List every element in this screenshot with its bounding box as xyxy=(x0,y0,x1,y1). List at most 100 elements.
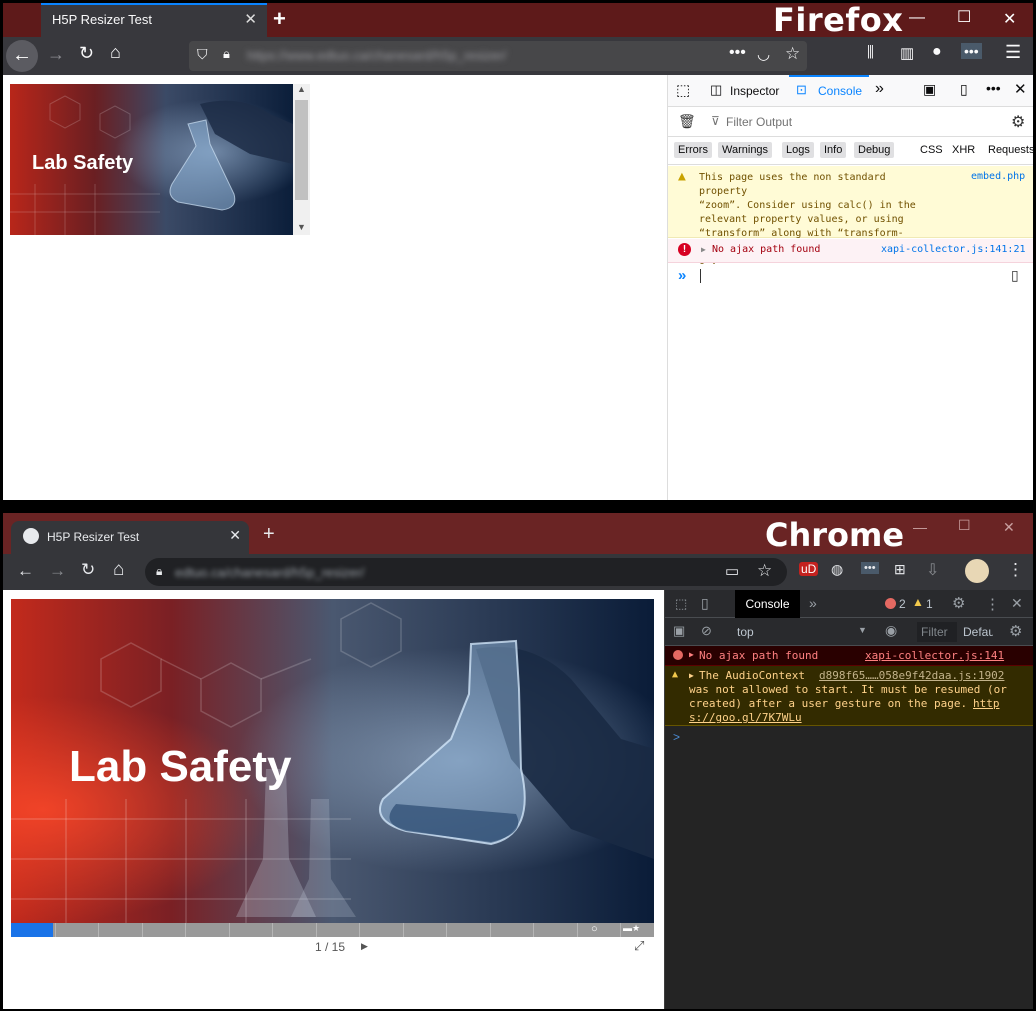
next-slide-icon[interactable]: ▶ xyxy=(361,941,368,952)
sidebar-icon[interactable]: ▥ xyxy=(900,44,914,62)
element-picker-icon[interactable]: ⬚ xyxy=(676,81,690,99)
pocket-icon[interactable]: ◡ xyxy=(757,45,770,63)
shield-icon[interactable]: ⛉ xyxy=(197,46,208,63)
filter-css[interactable]: CSS xyxy=(920,144,943,156)
filter-errors[interactable]: Errors xyxy=(674,142,712,158)
filter-xhr[interactable]: XHR xyxy=(952,144,975,156)
console-input-caret[interactable] xyxy=(700,269,701,283)
extension-dots-icon[interactable]: ••• xyxy=(861,562,879,574)
clear-console-icon[interactable]: ⊘ xyxy=(701,623,712,639)
tab-console[interactable]: Console xyxy=(818,84,862,98)
account-icon[interactable]: ● xyxy=(932,43,942,61)
more-tabs-icon[interactable]: » xyxy=(809,595,817,611)
error-source-link[interactable]: xapi-collector.js:141 xyxy=(865,649,1004,662)
filter-info[interactable]: Info xyxy=(820,142,847,158)
reload-icon[interactable]: ↻ xyxy=(79,43,94,64)
url-text[interactable]: edtuo.ca/chanesard/h5p_resizer/ xyxy=(175,565,364,580)
expand-arrow-icon[interactable]: ▶ xyxy=(689,650,694,659)
context-selector[interactable]: top xyxy=(737,625,754,639)
minimize-icon[interactable]: — xyxy=(913,519,927,535)
close-devtools-icon[interactable]: ✕ xyxy=(1011,595,1023,612)
filter-warnings[interactable]: Warnings xyxy=(718,142,773,158)
console-settings-icon[interactable]: ⚙ xyxy=(1011,112,1025,132)
fullscreen-icon[interactable]: ⤢ xyxy=(634,938,644,954)
minimize-icon[interactable]: — xyxy=(909,9,925,27)
menu-icon[interactable]: ⋮ xyxy=(1007,560,1024,580)
filter-input[interactable]: Filter xyxy=(917,622,957,642)
download-icon[interactable]: ⇩ xyxy=(926,560,939,580)
close-devtools-icon[interactable]: ✕ xyxy=(1014,80,1027,98)
log-levels-dropdown[interactable]: Defau xyxy=(963,625,993,639)
omnibox[interactable]: 🔒︎ edtuo.ca/chanesard/h5p_resizer/ ▭ ☆ xyxy=(145,558,787,586)
new-tab-button[interactable]: + xyxy=(273,6,286,32)
warning-help-link-part2[interactable]: s://goo.gl/7K7WLu xyxy=(689,711,802,724)
menu-icon[interactable]: ☰ xyxy=(1005,42,1021,63)
maximize-icon[interactable]: ☐ xyxy=(957,7,971,27)
library-icon[interactable]: ⫼ xyxy=(867,44,874,61)
more-options-icon[interactable]: ⋮ xyxy=(985,595,1000,613)
iframe-scrollbar[interactable]: ▲ ▼ xyxy=(293,84,310,235)
console-prompt[interactable]: > xyxy=(673,730,680,744)
chrome-tab[interactable]: H5P Resizer Test ✕ xyxy=(11,521,249,554)
split-console-icon[interactable]: ▯ xyxy=(1011,267,1019,284)
close-window-icon[interactable]: ✕ xyxy=(1003,519,1015,536)
warning-help-link-part1[interactable]: http xyxy=(973,697,1000,710)
warning-count[interactable]: 1 xyxy=(926,597,933,611)
extension-icon[interactable]: ••• xyxy=(961,43,982,59)
extension-bulb-icon[interactable]: ◍ xyxy=(831,561,843,578)
page-actions-icon[interactable]: ••• xyxy=(729,44,746,62)
filter-logs[interactable]: Logs xyxy=(782,142,814,158)
cast-icon[interactable]: ▭ xyxy=(725,562,739,580)
settings-icon[interactable]: ⚙ xyxy=(952,594,965,612)
tab-inspector[interactable]: Inspector xyxy=(730,84,779,98)
progress-circle-icon[interactable]: ○ xyxy=(591,923,598,935)
element-picker-icon[interactable]: ⬚ xyxy=(675,596,687,612)
console-settings-icon[interactable]: ⚙ xyxy=(1009,622,1022,640)
close-tab-icon[interactable]: ✕ xyxy=(244,10,257,28)
expand-arrow-icon[interactable]: ▶ xyxy=(689,671,694,680)
h5p-iframe[interactable]: Lab Safety xyxy=(11,599,654,923)
more-tabs-icon[interactable]: » xyxy=(875,80,884,98)
scroll-down-icon[interactable]: ▼ xyxy=(297,222,306,232)
sidebar-toggle-icon[interactable]: ▣ xyxy=(673,623,685,639)
reload-icon[interactable]: ↻ xyxy=(81,560,95,580)
trash-icon[interactable]: 🗑︎ xyxy=(678,113,696,130)
console-prompt[interactable]: » xyxy=(678,267,686,284)
devtools-options-icon[interactable]: ••• xyxy=(986,80,1001,96)
close-tab-icon[interactable]: ✕ xyxy=(229,527,241,544)
url-text[interactable]: https://www.edtuo.ca/chanesard/h5p_resiz… xyxy=(247,48,506,63)
progress-star-icon[interactable]: ▬★ xyxy=(623,923,640,934)
error-source-link[interactable]: xapi-collector.js:141:21 xyxy=(881,244,1026,255)
address-bar[interactable]: ⛉ 🔒︎ https://www.edtuo.ca/chanesard/h5p_… xyxy=(189,41,807,71)
dock-icon[interactable]: ▣ xyxy=(923,81,936,98)
responsive-mode-icon[interactable]: ▯ xyxy=(960,81,968,98)
back-arrow-icon[interactable]: ← xyxy=(17,561,34,581)
warning-source-link[interactable]: embed.php xyxy=(971,171,1025,182)
filter-requests[interactable]: Requests xyxy=(988,144,1034,156)
maximize-icon[interactable]: ☐ xyxy=(958,517,971,534)
h5p-iframe[interactable]: Lab Safety ▲ ▼ xyxy=(10,84,310,235)
close-window-icon[interactable]: ✕ xyxy=(1003,9,1016,29)
home-icon[interactable]: ⌂ xyxy=(110,42,121,63)
ublock-icon[interactable]: uD xyxy=(799,562,819,576)
filter-output-input[interactable]: Filter Output xyxy=(726,115,792,129)
extension-grid-icon[interactable]: ⊞ xyxy=(894,561,906,578)
forward-arrow-icon[interactable]: → xyxy=(49,561,66,581)
back-arrow-icon[interactable]: ← xyxy=(6,40,38,72)
scrollbar-thumb[interactable] xyxy=(295,100,308,200)
bookmark-star-icon[interactable]: ☆ xyxy=(785,44,800,64)
forward-arrow-icon[interactable]: → xyxy=(47,44,65,65)
new-tab-button[interactable]: + xyxy=(263,523,275,546)
slide-progress-bar[interactable]: ○ ▬★ xyxy=(11,923,654,937)
expand-arrow-icon[interactable]: ▶ xyxy=(701,245,706,254)
chevron-down-icon[interactable]: ▼ xyxy=(858,625,867,635)
live-expression-eye-icon[interactable]: ◉ xyxy=(885,622,897,639)
device-toolbar-icon[interactable]: ▯ xyxy=(701,595,709,612)
error-count[interactable]: 2 xyxy=(899,597,906,611)
firefox-tab[interactable]: H5P Resizer Test ✕ xyxy=(41,3,267,37)
warning-source-link[interactable]: d898f65……058e9f42daa.js:1902 xyxy=(819,669,1004,682)
avatar[interactable] xyxy=(965,559,989,583)
scroll-up-icon[interactable]: ▲ xyxy=(297,84,306,94)
lock-icon[interactable]: 🔒︎ xyxy=(223,46,230,62)
home-icon[interactable]: ⌂ xyxy=(113,559,124,581)
